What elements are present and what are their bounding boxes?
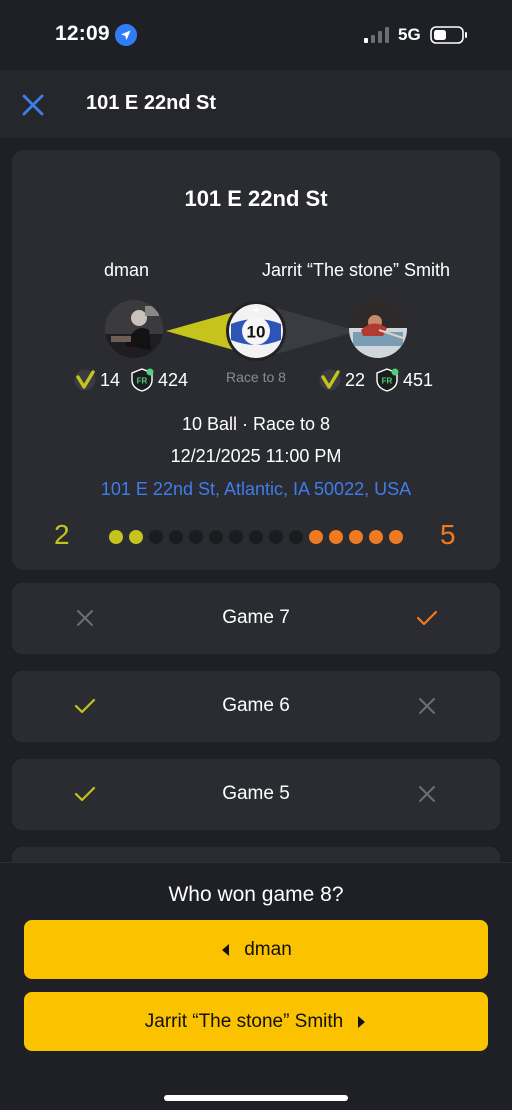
- header-bar: 101 E 22nd St: [0, 70, 512, 138]
- player2-avatar[interactable]: [349, 300, 407, 358]
- game-row[interactable]: Game 5: [12, 759, 500, 830]
- player2-win-button[interactable]: Jarrit “The stone” Smith: [24, 992, 488, 1051]
- status-time: 12:09: [55, 22, 110, 45]
- player2-score: 5: [440, 519, 456, 550]
- progress-dot-empty: [289, 530, 303, 544]
- ball-number: 10: [247, 323, 266, 342]
- player1-stats: 14 FR 424: [74, 367, 188, 393]
- game-row[interactable]: Game 7: [12, 583, 500, 654]
- progress-dot-empty: [169, 530, 183, 544]
- progress-dot-empty: [269, 530, 283, 544]
- location-arrow-icon: [115, 24, 137, 46]
- game-row[interactable]: Game 6: [12, 671, 500, 742]
- player1-win-button[interactable]: dman: [24, 920, 488, 979]
- player2-verified-count: 22: [345, 369, 366, 390]
- match-title: 101 E 22nd St: [184, 186, 328, 211]
- network-label: 5G: [398, 25, 421, 44]
- progress-dot-player2: [309, 530, 323, 544]
- verified-check-icon: [319, 369, 341, 391]
- player2-stats: 22 FR 451: [319, 367, 433, 393]
- player2-name: Jarrit “The stone” Smith: [262, 260, 451, 280]
- progress-dot-player2: [349, 530, 363, 544]
- progress-dot-empty: [209, 530, 223, 544]
- progress-dot-empty: [189, 530, 203, 544]
- winner-prompt-panel: Who won game 8? dman Jarrit “The stone” …: [0, 862, 512, 1110]
- progress-dot-player1: [109, 530, 123, 544]
- match-card: 101 E 22nd St dman Jarrit “The stone” Sm…: [12, 150, 500, 570]
- progress-dot-empty: [149, 530, 163, 544]
- player1-name: dman: [104, 260, 150, 280]
- player1-score: 2: [54, 519, 70, 550]
- verified-check-icon: [74, 369, 96, 391]
- caret-left-icon: [222, 943, 230, 956]
- player1-avatar[interactable]: [105, 300, 163, 358]
- x-icon: [419, 786, 435, 802]
- ten-ball-icon: 10: [226, 301, 286, 361]
- battery-icon: [430, 26, 467, 44]
- svg-text:FR: FR: [137, 377, 148, 386]
- race-progress: [109, 530, 403, 544]
- player1-verified-count: 14: [100, 369, 121, 390]
- match-datetime: 12/21/2025 11:00 PM: [170, 446, 342, 466]
- match-address-link[interactable]: 101 E 22nd St, Atlantic, IA 50022, USA: [12, 479, 500, 500]
- progress-dot-player2: [389, 530, 403, 544]
- caret-right-icon: [358, 1015, 366, 1028]
- screen: 12:09 5G 101 E 22nd St 101 E 22nd St dma…: [0, 0, 512, 1110]
- x-icon: [419, 698, 435, 714]
- check-icon: [416, 610, 438, 626]
- progress-dot-empty: [229, 530, 243, 544]
- player2-win-label: Jarrit “The stone” Smith: [144, 1010, 344, 1032]
- player1-rating: 424: [158, 369, 189, 390]
- fr-badge-icon: FR: [131, 368, 154, 392]
- status-bar: 12:09 5G: [0, 0, 512, 70]
- match-format: 10 Ball · Race to 8: [181, 414, 331, 434]
- player2-rating: 451: [403, 369, 434, 390]
- progress-dot-player2: [369, 530, 383, 544]
- player1-win-label: dman: [244, 938, 292, 960]
- progress-dot-player1: [129, 530, 143, 544]
- progress-dot-empty: [249, 530, 263, 544]
- signal-icon: [364, 27, 389, 43]
- header-title: 101 E 22nd St: [86, 92, 217, 114]
- home-indicator[interactable]: [164, 1095, 348, 1101]
- svg-text:FR: FR: [382, 377, 393, 386]
- fr-badge-icon: FR: [376, 368, 399, 392]
- progress-dot-player2: [329, 530, 343, 544]
- winner-question: Who won game 8?: [168, 883, 344, 906]
- close-icon[interactable]: [20, 92, 46, 118]
- race-label: Race to 8: [226, 369, 286, 385]
